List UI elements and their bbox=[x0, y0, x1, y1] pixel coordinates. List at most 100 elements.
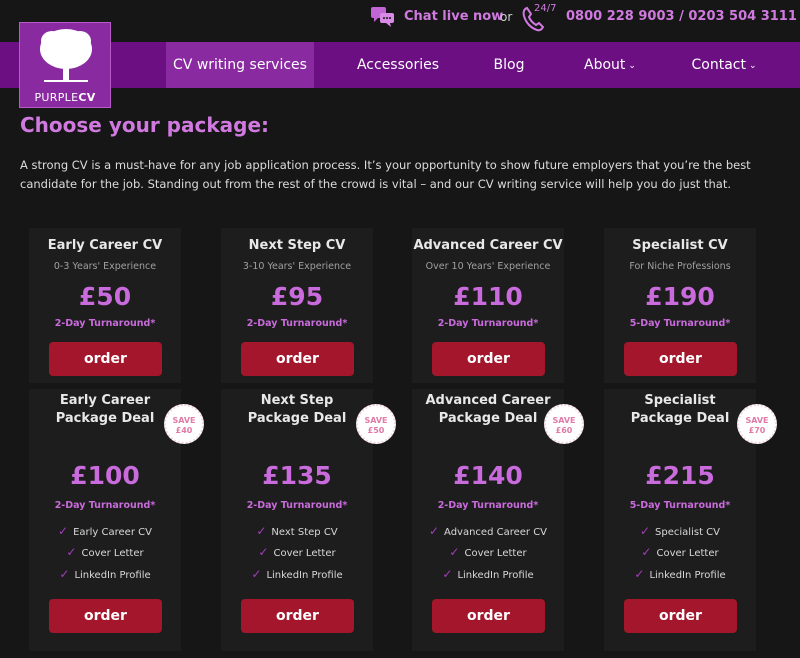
nav-item-blog[interactable]: Blog bbox=[483, 42, 535, 88]
check-icon: ✓ bbox=[258, 545, 269, 559]
nav-item-cv-writing-services[interactable]: CV writing services bbox=[166, 42, 314, 88]
page-title: Choose your package: bbox=[20, 113, 270, 137]
card-title-line2: Package Deal bbox=[55, 411, 155, 426]
nav-item-label: Contact bbox=[691, 57, 746, 73]
card-turnaround: 2-Day Turnaround* bbox=[437, 318, 539, 329]
card-title: Early Career Package Deal bbox=[29, 392, 181, 428]
card-price: £215 bbox=[645, 461, 715, 490]
check-icon: ✓ bbox=[251, 567, 262, 581]
save-badge: SAVE £50 bbox=[356, 404, 396, 444]
feature-label: Next Step CV bbox=[271, 527, 338, 538]
feature-label: Specialist CV bbox=[655, 527, 720, 538]
save-badge-amount: £70 bbox=[748, 426, 766, 435]
order-button[interactable]: order bbox=[241, 599, 354, 633]
card-price: £50 bbox=[78, 282, 132, 311]
deal-card-early-career: Early Career Package Deal SAVE £40 £100 2-… bbox=[29, 389, 204, 651]
feature-label: LinkedIn Profile bbox=[266, 570, 343, 581]
nav-item-label: Accessories bbox=[356, 57, 440, 73]
nav-item-label: CV writing services bbox=[173, 57, 307, 73]
card-turnaround: 2-Day Turnaround* bbox=[246, 500, 348, 511]
phone-numbers[interactable]: 0800 228 9003 / 0203 504 3111 bbox=[566, 9, 797, 24]
deal-card-next-step: Next Step Package Deal SAVE £50 £135 2-Day… bbox=[221, 389, 396, 651]
feature-label: Early Career CV bbox=[73, 527, 152, 538]
card-title-line1: Advanced Career bbox=[425, 393, 551, 408]
contact-bar: Chat live now or 24/7 0800 228 9003 / 02… bbox=[0, 0, 800, 36]
feature-item: ✓ LinkedIn Profile bbox=[221, 567, 373, 581]
package-card-specialist: Specialist CV For Niche Professions £190… bbox=[604, 228, 756, 383]
card-subtitle: Over 10 Years' Experience bbox=[425, 261, 551, 272]
card-title-line2: Package Deal bbox=[438, 411, 538, 426]
order-button[interactable]: order bbox=[432, 342, 545, 376]
logo-text: PURPLECV bbox=[20, 91, 110, 104]
feature-label: Cover Letter bbox=[81, 548, 144, 559]
feature-item: ✓ Advanced Career CV bbox=[412, 524, 564, 538]
chat-live-link[interactable]: Chat live now bbox=[404, 9, 503, 24]
feature-label: LinkedIn Profile bbox=[74, 570, 151, 581]
nav-item-label: About bbox=[584, 57, 626, 73]
feature-label: Advanced Career CV bbox=[444, 527, 548, 538]
phone-icon: 24/7 bbox=[522, 3, 562, 32]
card-title: Advanced Career CV bbox=[413, 238, 563, 253]
feature-item: ✓ Next Step CV bbox=[221, 524, 373, 538]
order-button[interactable]: order bbox=[624, 342, 737, 376]
save-badge-label: SAVE bbox=[364, 416, 388, 425]
card-turnaround: 5-Day Turnaround* bbox=[629, 500, 731, 511]
feature-label: Cover Letter bbox=[273, 548, 336, 559]
save-badge: SAVE £40 bbox=[164, 404, 204, 444]
order-button[interactable]: order bbox=[49, 342, 162, 376]
card-title-line1: Specialist bbox=[644, 393, 716, 408]
check-icon: ✓ bbox=[442, 567, 453, 581]
deal-card-advanced-career: Advanced Career Package Deal SAVE £60 £140… bbox=[412, 389, 584, 651]
save-badge-amount: £60 bbox=[555, 426, 573, 435]
feature-item: ✓ Cover Letter bbox=[221, 545, 373, 559]
site-logo[interactable]: PURPLECV bbox=[19, 22, 111, 108]
order-button[interactable]: order bbox=[432, 599, 545, 633]
card-turnaround: 2-Day Turnaround* bbox=[54, 318, 156, 329]
main-nav: CV writing services Accessories Blog Abo… bbox=[0, 42, 800, 88]
card-subtitle: 3-10 Years' Experience bbox=[242, 261, 352, 272]
card-title: Next Step CV bbox=[248, 238, 346, 253]
card-price: £110 bbox=[453, 282, 523, 311]
feature-item: ✓ Cover Letter bbox=[604, 545, 756, 559]
feature-label: LinkedIn Profile bbox=[649, 570, 726, 581]
chevron-down-icon: ⌄ bbox=[628, 61, 636, 71]
order-button[interactable]: order bbox=[624, 599, 737, 633]
card-title-line2: Package Deal bbox=[247, 411, 347, 426]
check-icon: ✓ bbox=[634, 567, 645, 581]
logo-text-purple: PURPLE bbox=[34, 91, 79, 104]
check-icon: ✓ bbox=[641, 545, 652, 559]
save-badge: SAVE £70 bbox=[737, 404, 777, 444]
feature-item: ✓ Cover Letter bbox=[29, 545, 181, 559]
feature-item: ✓ Cover Letter bbox=[412, 545, 564, 559]
card-title: Next Step Package Deal bbox=[221, 392, 373, 428]
intro-paragraph: A strong CV is a must-have for any job a… bbox=[20, 158, 751, 191]
or-label: or bbox=[500, 10, 513, 24]
order-button[interactable]: order bbox=[49, 599, 162, 633]
feature-label: Cover Letter bbox=[464, 548, 527, 559]
nav-item-accessories[interactable]: Accessories bbox=[346, 42, 450, 88]
card-subtitle: For Niche Professions bbox=[629, 261, 731, 272]
card-price: £140 bbox=[453, 461, 523, 490]
feature-item: ✓ LinkedIn Profile bbox=[604, 567, 756, 581]
deal-card-specialist: Specialist Package Deal SAVE £70 £215 5-Da… bbox=[604, 389, 777, 651]
check-icon: ✓ bbox=[58, 524, 69, 538]
card-price: £135 bbox=[262, 461, 332, 490]
feature-item: ✓ LinkedIn Profile bbox=[29, 567, 181, 581]
order-button[interactable]: order bbox=[241, 342, 354, 376]
package-card-early-career: Early Career CV 0-3 Years' Experience £5… bbox=[29, 228, 181, 383]
nav-item-about[interactable]: About ⌄ bbox=[572, 42, 648, 88]
feature-item: ✓ Specialist CV bbox=[604, 524, 756, 538]
check-icon: ✓ bbox=[256, 524, 267, 538]
package-card-advanced-career: Advanced Career CV Over 10 Years' Experi… bbox=[412, 228, 564, 383]
nav-item-contact[interactable]: Contact ⌄ bbox=[682, 42, 766, 88]
chat-bubbles-icon[interactable] bbox=[370, 5, 396, 29]
card-title-line1: Next Step bbox=[260, 393, 334, 408]
card-turnaround: 2-Day Turnaround* bbox=[246, 318, 348, 329]
save-badge-label: SAVE bbox=[552, 416, 576, 425]
card-price: £95 bbox=[270, 282, 324, 311]
feature-item: ✓ LinkedIn Profile bbox=[412, 567, 564, 581]
feature-label: LinkedIn Profile bbox=[457, 570, 534, 581]
check-icon: ✓ bbox=[66, 545, 77, 559]
card-turnaround: 2-Day Turnaround* bbox=[54, 500, 156, 511]
save-badge-label: SAVE bbox=[172, 416, 196, 425]
